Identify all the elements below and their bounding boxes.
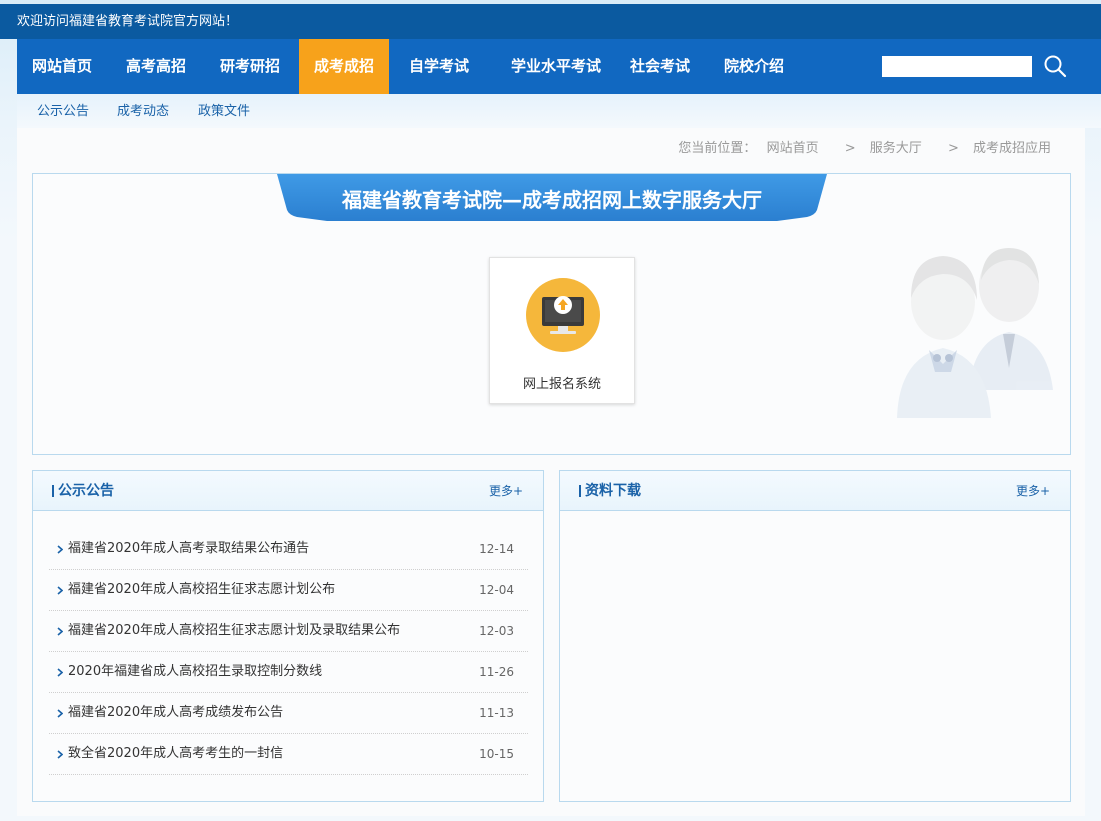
chevron-right-icon	[57, 668, 63, 677]
list-item-date: 11-13	[479, 706, 514, 720]
nav-item-yankao[interactable]: 研考研招	[203, 39, 297, 94]
customer-service-illustration	[897, 248, 1053, 418]
nav-item-yuanxiao[interactable]: 院校介绍	[707, 39, 801, 94]
breadcrumb-current: 成考成招应用	[972, 141, 1051, 156]
nav-item-chengkao[interactable]: 成考成招	[299, 39, 389, 94]
downloads-panel-title: 资料下载	[585, 483, 641, 499]
nav-item-gaokao[interactable]: 高考高招	[109, 39, 203, 94]
monitor-upload-icon	[526, 278, 600, 352]
breadcrumb-prefix: 您当前位置：	[678, 141, 757, 156]
list-item-title[interactable]: 福建省2020年成人高考成绩发布公告	[68, 693, 283, 733]
breadcrumb-service-hall[interactable]: 服务大厅	[870, 141, 922, 156]
search-button[interactable]	[1042, 53, 1068, 79]
list-item-date: 10-15	[479, 747, 514, 761]
notices-panel-header: 公示公告 更多+	[33, 471, 543, 511]
list-item[interactable]: 福建省2020年成人高校招生征求志愿计划公布 12-04	[49, 570, 528, 611]
downloads-more-link[interactable]: 更多+	[1016, 471, 1050, 511]
list-item-title[interactable]: 福建省2020年成人高校招生征求志愿计划公布	[68, 570, 335, 610]
list-item-date: 11-26	[479, 665, 514, 679]
chevron-right-icon	[57, 545, 63, 554]
notices-panel: 公示公告 更多+ 福建省2020年成人高考录取结果公布通告 12-14 福建省2…	[32, 470, 544, 802]
breadcrumb-separator: >	[844, 141, 856, 156]
list-item[interactable]: 福建省2020年成人高考录取结果公布通告 12-14	[49, 529, 528, 570]
list-item[interactable]: 致全省2020年成人高考考生的一封信 10-15	[49, 734, 528, 775]
list-item-date: 12-04	[479, 583, 514, 597]
list-item-date: 12-14	[479, 542, 514, 556]
notices-more-link[interactable]: 更多+	[489, 471, 523, 511]
list-item-date: 12-03	[479, 624, 514, 638]
chevron-right-icon	[57, 627, 63, 636]
list-item-title[interactable]: 致全省2020年成人高考考生的一封信	[68, 734, 283, 774]
list-item[interactable]: 福建省2020年成人高考成绩发布公告 11-13	[49, 693, 528, 734]
list-item[interactable]: 福建省2020年成人高校招生征求志愿计划及录取结果公布 12-03	[49, 611, 528, 652]
nav-item-shehui[interactable]: 社会考试	[613, 39, 707, 94]
online-registration-label: 网上报名系统	[522, 377, 601, 392]
list-item[interactable]: 2020年福建省成人高校招生录取控制分数线 11-26	[49, 652, 528, 693]
nav-item-home[interactable]: 网站首页	[17, 39, 107, 94]
chevron-right-icon	[57, 586, 63, 595]
list-item-title[interactable]: 2020年福建省成人高校招生录取控制分数线	[68, 652, 322, 692]
main-content: 您当前位置： 网站首页 > 服务大厅 > 成考成招应用 福建省教育考试院—成考成…	[17, 128, 1085, 816]
hall-title: 福建省教育考试院—成考成招网上数字服务大厅	[342, 188, 762, 212]
main-nav: 网站首页 高考高招 研考研招 成考成招 自学考试 学业水平考试 社会考试 院校介…	[17, 39, 1101, 94]
subnav-item-policy[interactable]: 政策文件	[198, 94, 250, 130]
nav-item-xueye[interactable]: 学业水平考试	[491, 39, 621, 94]
service-hall: 福建省教育考试院—成考成招网上数字服务大厅 网上报名系统	[32, 173, 1071, 455]
downloads-panel: 资料下载 更多+	[559, 470, 1071, 802]
welcome-text: 欢迎访问福建省教育考试院官方网站！	[17, 14, 239, 29]
downloads-panel-header: 资料下载 更多+	[560, 471, 1070, 511]
chevron-right-icon	[57, 750, 63, 759]
breadcrumb-home[interactable]: 网站首页	[767, 141, 819, 156]
welcome-bar: 欢迎访问福建省教育考试院官方网站！	[0, 4, 1101, 39]
online-registration-card[interactable]: 网上报名系统	[489, 257, 635, 404]
notices-list: 福建省2020年成人高考录取结果公布通告 12-14 福建省2020年成人高校招…	[49, 529, 528, 775]
subnav-item-notices[interactable]: 公示公告	[37, 94, 89, 130]
breadcrumb: 您当前位置： 网站首页 > 服务大厅 > 成考成招应用	[672, 137, 1051, 156]
subnav-item-news[interactable]: 成考动态	[117, 94, 169, 130]
chevron-right-icon	[57, 709, 63, 718]
sub-nav: 公示公告 成考动态 政策文件	[17, 94, 1101, 128]
notices-panel-title: 公示公告	[58, 483, 114, 499]
search-icon	[1044, 55, 1067, 78]
search-input[interactable]	[882, 56, 1032, 77]
list-item-title[interactable]: 福建省2020年成人高考录取结果公布通告	[68, 529, 309, 569]
nav-item-zikao[interactable]: 自学考试	[392, 39, 486, 94]
list-item-title[interactable]: 福建省2020年成人高校招生征求志愿计划及录取结果公布	[68, 611, 400, 651]
breadcrumb-separator: >	[947, 141, 959, 156]
